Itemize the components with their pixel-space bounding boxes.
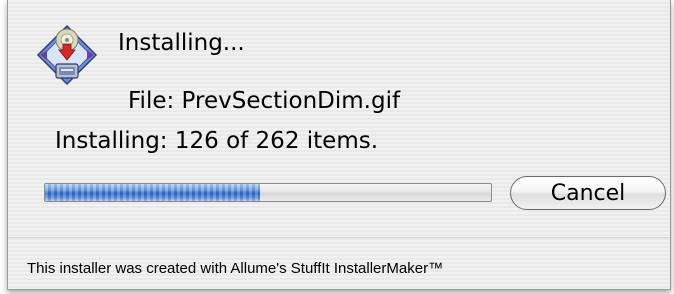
footer-divider	[8, 237, 670, 238]
item-count-label: Installing: 126 of 262 items.	[55, 128, 379, 154]
install-progress-bar	[44, 183, 492, 202]
cancel-button[interactable]: Cancel	[510, 176, 666, 210]
installer-dialog: Installing... File: PrevSectionDim.gif I…	[7, 0, 671, 290]
installer-credit-text: This installer was created with Allume's…	[27, 260, 444, 277]
progress-bar-fill	[45, 184, 260, 201]
current-file-label: File: PrevSectionDim.gif	[128, 88, 401, 114]
installer-disc-icon	[32, 20, 102, 90]
dialog-title: Installing...	[118, 30, 245, 56]
